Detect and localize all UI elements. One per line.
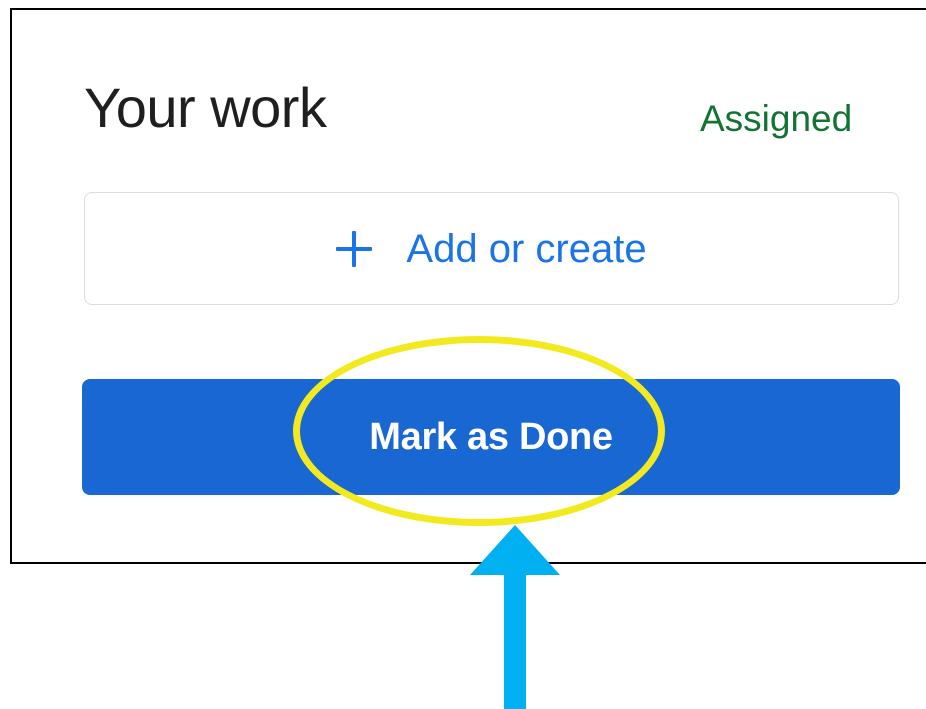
your-work-title: Your work <box>84 76 327 139</box>
screenshot-stage: Your work Assigned Add or create Mark as… <box>0 0 926 709</box>
mark-as-done-button[interactable]: Mark as Done <box>82 379 900 495</box>
plus-icon <box>336 230 373 267</box>
add-or-create-label: Add or create <box>406 226 647 271</box>
add-or-create-button[interactable]: Add or create <box>84 192 899 305</box>
mark-as-done-label: Mark as Done <box>369 416 613 458</box>
assignment-status: Assigned <box>700 98 853 139</box>
